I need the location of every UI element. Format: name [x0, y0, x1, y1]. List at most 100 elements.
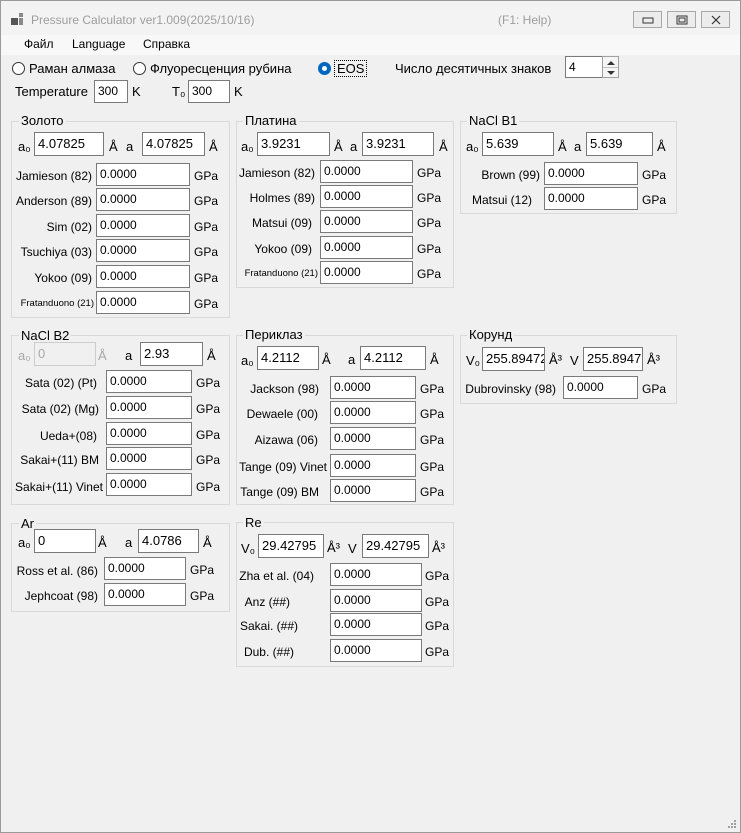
gpa-unit: GPa: [194, 169, 219, 183]
gpa-unit: GPa: [190, 589, 215, 603]
gold-a0-input[interactable]: 4.07825: [34, 132, 104, 156]
gpa-unit: GPa: [420, 407, 445, 421]
b2-ueda-output[interactable]: 0.0000: [106, 422, 192, 445]
gpa-unit: GPa: [425, 619, 450, 633]
b2-sakai-bm-output[interactable]: 0.0000: [106, 447, 192, 470]
gpa-unit: GPa: [194, 297, 219, 311]
mgo-jackson-output[interactable]: 0.0000: [330, 376, 416, 399]
gpa-unit: GPa: [642, 193, 667, 207]
close-button[interactable]: [701, 11, 730, 28]
menu-language[interactable]: Language: [72, 37, 125, 51]
re-v-input[interactable]: 29.42795: [362, 534, 429, 558]
b1-a0-input[interactable]: 5.639: [482, 132, 554, 156]
temperature-label: Temperature: [15, 84, 88, 99]
cor-v-label: V: [570, 353, 579, 368]
gold-a-input[interactable]: 4.07825: [142, 132, 205, 156]
radio-eos-dot[interactable]: [318, 62, 331, 75]
b1-a-input[interactable]: 5.639: [586, 132, 653, 156]
gold-yokoo-output[interactable]: 0.0000: [96, 265, 190, 288]
ar-jephcoat-output[interactable]: 0.0000: [104, 583, 186, 606]
radio-diamond-raman[interactable]: Раман алмаза: [12, 61, 115, 76]
b2-a-input[interactable]: 2.93: [140, 342, 203, 366]
mgo-tange-vinet-output[interactable]: 0.0000: [330, 454, 416, 477]
cor-dubrovinsky-output[interactable]: 0.0000: [563, 376, 638, 399]
pt-row-label: Holmes (89): [249, 191, 315, 205]
menu-help[interactable]: Справка: [143, 37, 190, 51]
radio-ruby-dot[interactable]: [133, 62, 146, 75]
mgo-a-input[interactable]: 4.2112: [360, 346, 426, 370]
pt-row-label: Matsui (09): [251, 216, 312, 230]
re-dub-output[interactable]: 0.0000: [330, 639, 422, 662]
spin-up-button[interactable]: [603, 57, 618, 67]
mgo-aizawa-output[interactable]: 0.0000: [330, 427, 416, 450]
gold-fratanduono-output[interactable]: 0.0000: [96, 291, 190, 314]
mgo-dewaele-output[interactable]: 0.0000: [330, 401, 416, 424]
re-v0-input[interactable]: 29.42795: [258, 534, 324, 558]
b2-sakai-vinet-output[interactable]: 0.0000: [106, 473, 192, 496]
title-bar[interactable]: Pressure Calculator ver1.009(2025/10/16)…: [1, 1, 740, 35]
b2-sata-pt-output[interactable]: 0.0000: [106, 370, 192, 393]
window-title: Pressure Calculator ver1.009(2025/10/16): [31, 13, 255, 27]
b2-row-label: Sata (02) (Mg): [21, 402, 99, 416]
b1-brown-output[interactable]: 0.0000: [544, 162, 638, 185]
ar-a-input[interactable]: 4.0786: [138, 529, 199, 553]
t0-input[interactable]: 300: [188, 80, 230, 103]
minimize-button[interactable]: [633, 11, 662, 28]
mgo-a0-input[interactable]: 4.2112: [257, 346, 319, 370]
gpa-unit: GPa: [642, 382, 667, 396]
mgo-a-unit: Å: [430, 352, 439, 367]
gold-a0-unit: Å: [109, 139, 118, 154]
b2-sata-mg-output[interactable]: 0.0000: [106, 396, 192, 419]
cor-v-input[interactable]: 255.89472: [583, 347, 643, 371]
resize-grip-icon[interactable]: [727, 819, 737, 829]
b2-a0-label: a₀: [18, 348, 31, 363]
pt-matsui-output[interactable]: 0.0000: [320, 210, 413, 233]
radio-diamond-dot[interactable]: [12, 62, 25, 75]
help-hint: (F1: Help): [498, 13, 552, 27]
pt-jamieson-output[interactable]: 0.0000: [320, 160, 413, 183]
maximize-button[interactable]: [667, 11, 696, 28]
ar-a0-input[interactable]: 0: [34, 529, 96, 553]
temperature-input[interactable]: 300: [94, 80, 128, 103]
spin-down-button[interactable]: [603, 68, 618, 78]
re-zha-output[interactable]: 0.0000: [330, 563, 422, 586]
pt-a0-input[interactable]: 3.9231: [257, 132, 330, 156]
b1-a0-label: a₀: [466, 139, 479, 154]
ar-a0-label: a₀: [18, 535, 31, 550]
decimals-input[interactable]: 4: [565, 56, 603, 78]
mgo-row-label: Jackson (98): [250, 382, 319, 396]
b2-row-label: Ueda+(08): [39, 429, 97, 443]
mgo-row-label: Tange (09) BM: [240, 485, 319, 499]
pt-row-label: Jamieson (82): [238, 166, 315, 180]
ar-ross-output[interactable]: 0.0000: [104, 557, 186, 580]
radio-eos[interactable]: EOS: [318, 60, 368, 77]
cor-v0-input[interactable]: 255.89472: [482, 347, 545, 371]
gpa-unit: GPa: [417, 216, 442, 230]
gpa-unit: GPa: [196, 376, 221, 390]
mgo-tange-bm-output[interactable]: 0.0000: [330, 479, 416, 502]
cor-v-unit: Å³: [647, 352, 660, 367]
pt-row-label: Yokoo (09): [254, 242, 312, 256]
gold-anderson-output[interactable]: 0.0000: [96, 188, 190, 211]
gold-jamieson-output[interactable]: 0.0000: [96, 163, 190, 186]
b1-matsui-output[interactable]: 0.0000: [544, 187, 638, 210]
pt-fratanduono-output[interactable]: 0.0000: [320, 261, 413, 284]
pt-a-input[interactable]: 3.9231: [362, 132, 434, 156]
menu-file[interactable]: Файл: [24, 37, 54, 51]
radio-eos-label: EOS: [333, 60, 368, 77]
pt-holmes-output[interactable]: 0.0000: [320, 185, 413, 208]
gpa-unit: GPa: [417, 242, 442, 256]
re-sakai-output[interactable]: 0.0000: [330, 613, 422, 636]
gpa-unit: GPa: [425, 595, 450, 609]
pt-yokoo-output[interactable]: 0.0000: [320, 236, 413, 259]
decimals-spinner[interactable]: [602, 56, 619, 78]
re-row-label: Dub. (##): [243, 645, 294, 659]
gold-tsuchiya-output[interactable]: 0.0000: [96, 239, 190, 262]
b2-a0-input[interactable]: 0: [34, 342, 96, 366]
cor-row-label: Dubrovinsky (98): [465, 382, 556, 396]
re-anz-output[interactable]: 0.0000: [330, 589, 422, 612]
radio-ruby-fluorescence[interactable]: Флуоресценция рубина: [133, 61, 291, 76]
gold-sim-output[interactable]: 0.0000: [96, 214, 190, 237]
minimize-icon: [642, 17, 654, 24]
radio-diamond-label: Раман алмаза: [29, 61, 116, 76]
